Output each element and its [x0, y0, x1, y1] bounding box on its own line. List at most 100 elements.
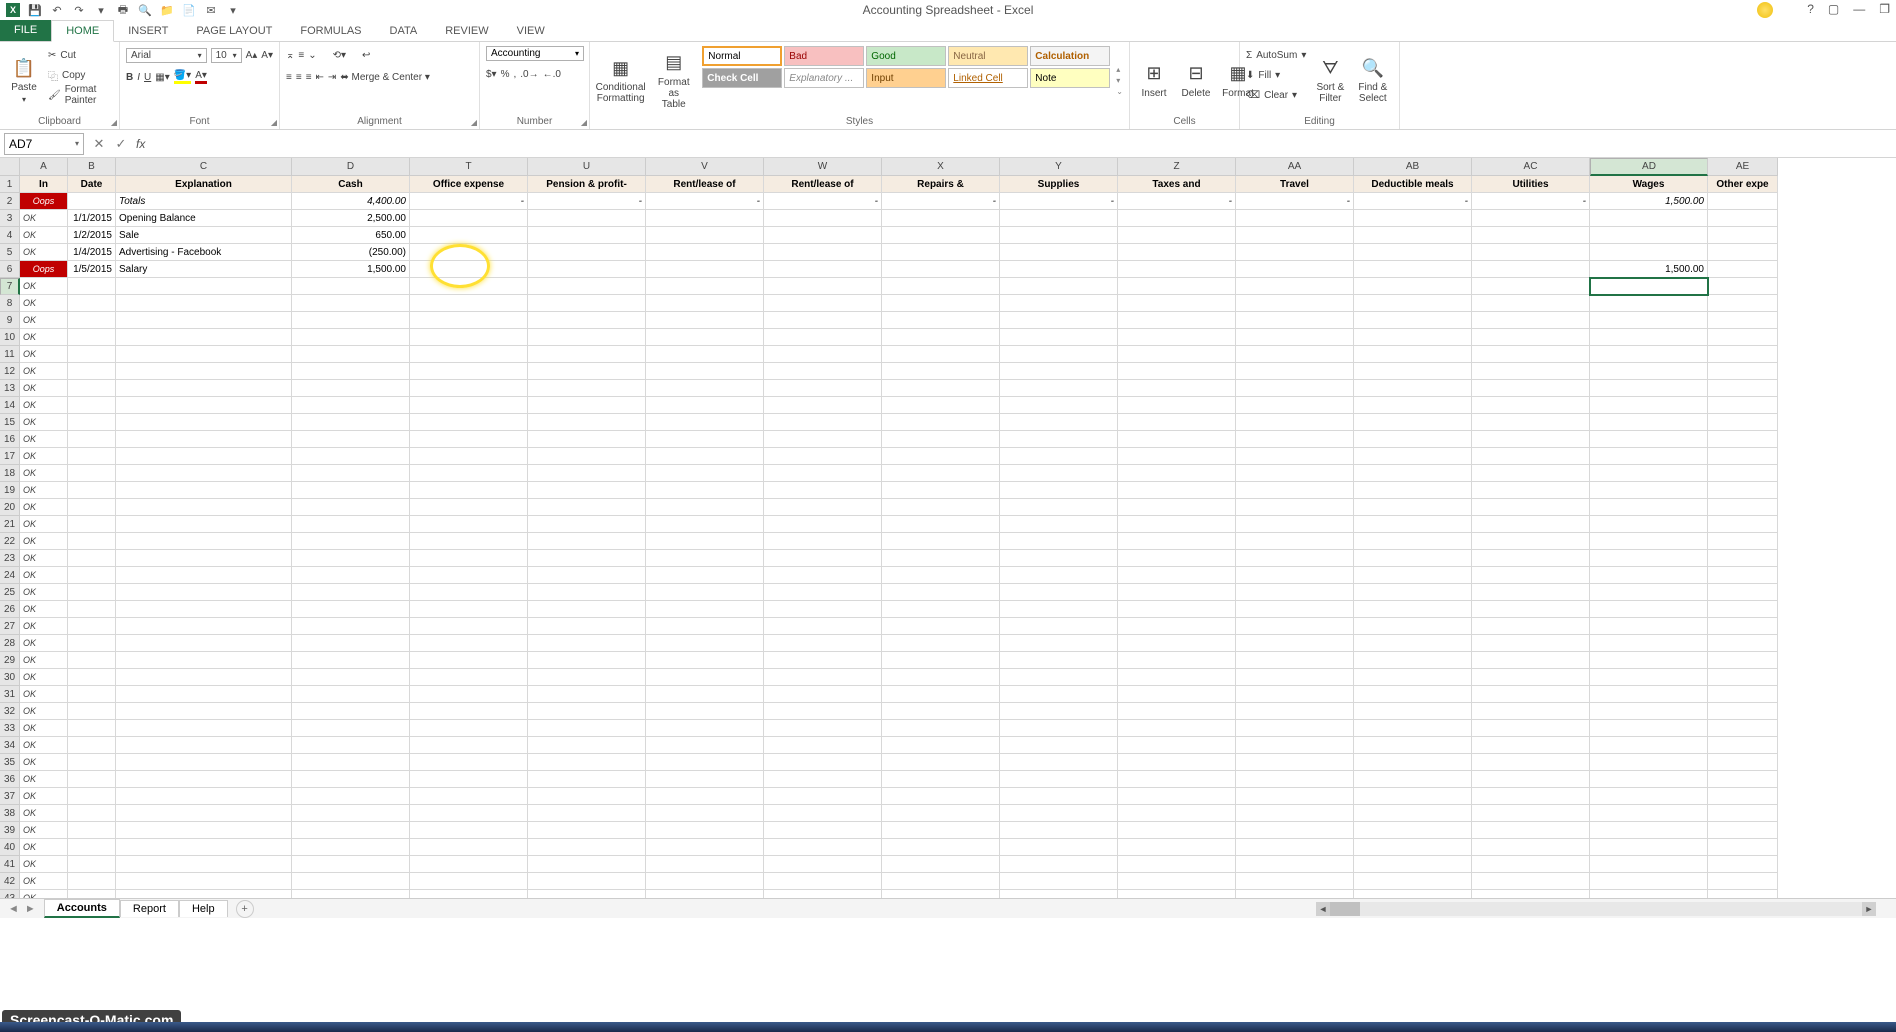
styles-more-icon[interactable]: ⌄: [1116, 87, 1123, 96]
cell-r23-Z[interactable]: [1118, 550, 1236, 567]
qat-icon[interactable]: ▾: [94, 3, 108, 17]
data-cell-r4-Y[interactable]: [1000, 227, 1118, 244]
data-cell-r4-T[interactable]: [410, 227, 528, 244]
data-cell-r5-AA[interactable]: [1236, 244, 1354, 261]
font-family-select[interactable]: Arial▾: [126, 48, 207, 63]
cell-r27-AE[interactable]: [1708, 618, 1778, 635]
cell-r42-B[interactable]: [68, 873, 116, 890]
cell-r41-C[interactable]: [116, 856, 292, 873]
cell-r36-D[interactable]: [292, 771, 410, 788]
cell-r33-A[interactable]: OK: [20, 720, 68, 737]
cell-r22-Y[interactable]: [1000, 533, 1118, 550]
cell-r41-W[interactable]: [764, 856, 882, 873]
cell-r40-AB[interactable]: [1354, 839, 1472, 856]
cell-r24-AC[interactable]: [1472, 567, 1590, 584]
data-cell-r5-Y[interactable]: [1000, 244, 1118, 261]
cell-r10-C[interactable]: [116, 329, 292, 346]
orientation-icon[interactable]: ⟲▾: [333, 50, 346, 61]
align-bottom-icon[interactable]: ⌄: [308, 50, 316, 61]
sheet-nav-last-icon[interactable]: ►: [25, 903, 36, 915]
cell-r16-AD[interactable]: [1590, 431, 1708, 448]
cell-r10-W[interactable]: [764, 329, 882, 346]
cell-r12-U[interactable]: [528, 363, 646, 380]
cell-r13-W[interactable]: [764, 380, 882, 397]
cell-r21-Y[interactable]: [1000, 516, 1118, 533]
cell-r29-C[interactable]: [116, 652, 292, 669]
data-cell-r4-AD[interactable]: [1590, 227, 1708, 244]
cell-r42-Z[interactable]: [1118, 873, 1236, 890]
cell-r37-D[interactable]: [292, 788, 410, 805]
cell-r34-W[interactable]: [764, 737, 882, 754]
cancel-icon[interactable]: ✕: [88, 136, 110, 152]
cell-r8-AA[interactable]: [1236, 295, 1354, 312]
cell-r31-C[interactable]: [116, 686, 292, 703]
row-header-36[interactable]: 36: [0, 771, 20, 788]
spreadsheet-grid[interactable]: ABCDTUVWXYZAAABACADAE 123456789101112131…: [0, 158, 1896, 918]
cell-r40-D[interactable]: [292, 839, 410, 856]
cell-r35-D[interactable]: [292, 754, 410, 771]
cell-r13-Y[interactable]: [1000, 380, 1118, 397]
cell-r42-AA[interactable]: [1236, 873, 1354, 890]
cell-r8-A[interactable]: OK: [20, 295, 68, 312]
cell-r39-A[interactable]: OK: [20, 822, 68, 839]
cell-r30-U[interactable]: [528, 669, 646, 686]
cell-r41-AA[interactable]: [1236, 856, 1354, 873]
cell-r38-AA[interactable]: [1236, 805, 1354, 822]
data-cell-r3-A[interactable]: OK: [20, 210, 68, 227]
cell-r30-Z[interactable]: [1118, 669, 1236, 686]
cell-r36-AA[interactable]: [1236, 771, 1354, 788]
cell-r25-B[interactable]: [68, 584, 116, 601]
cell-r27-A[interactable]: OK: [20, 618, 68, 635]
cell-r15-AC[interactable]: [1472, 414, 1590, 431]
cell-r12-AD[interactable]: [1590, 363, 1708, 380]
cell-r17-AC[interactable]: [1472, 448, 1590, 465]
cell-r41-AC[interactable]: [1472, 856, 1590, 873]
find-select-button[interactable]: 🔍Find & Select: [1354, 46, 1391, 114]
horizontal-scrollbar[interactable]: ◄ ►: [1316, 902, 1876, 916]
cell-r38-D[interactable]: [292, 805, 410, 822]
format-painter-button[interactable]: 🖌Format Painter: [48, 86, 113, 104]
style-explanatory[interactable]: Explanatory ...: [784, 68, 864, 88]
data-cell-r6-AB[interactable]: [1354, 261, 1472, 278]
cell-r17-AB[interactable]: [1354, 448, 1472, 465]
row-header-32[interactable]: 32: [0, 703, 20, 720]
cell-r11-V[interactable]: [646, 346, 764, 363]
cell-r29-D[interactable]: [292, 652, 410, 669]
cell-r22-U[interactable]: [528, 533, 646, 550]
row-header-29[interactable]: 29: [0, 652, 20, 669]
cell-r11-C[interactable]: [116, 346, 292, 363]
cell-r31-AD[interactable]: [1590, 686, 1708, 703]
cell-r35-AB[interactable]: [1354, 754, 1472, 771]
select-all-corner[interactable]: [0, 158, 20, 176]
data-cell-r5-A[interactable]: OK: [20, 244, 68, 261]
data-cell-r6-D[interactable]: 1,500.00: [292, 261, 410, 278]
cell-r41-U[interactable]: [528, 856, 646, 873]
cell-r31-X[interactable]: [882, 686, 1000, 703]
cell-r10-B[interactable]: [68, 329, 116, 346]
header-cell-T[interactable]: Office expense: [410, 176, 528, 193]
cell-r39-AB[interactable]: [1354, 822, 1472, 839]
minimize-icon[interactable]: —: [1853, 2, 1865, 18]
cell-r33-AA[interactable]: [1236, 720, 1354, 737]
data-cell-r5-W[interactable]: [764, 244, 882, 261]
cell-r28-Y[interactable]: [1000, 635, 1118, 652]
cell-r17-C[interactable]: [116, 448, 292, 465]
cell-r26-AC[interactable]: [1472, 601, 1590, 618]
cell-r9-AE[interactable]: [1708, 312, 1778, 329]
cell-r18-Y[interactable]: [1000, 465, 1118, 482]
row-header-3[interactable]: 3: [0, 210, 20, 227]
row-header-27[interactable]: 27: [0, 618, 20, 635]
cell-r30-B[interactable]: [68, 669, 116, 686]
italic-button[interactable]: I: [137, 72, 140, 83]
sheet-tab-help[interactable]: Help: [179, 900, 228, 917]
row-header-9[interactable]: 9: [0, 312, 20, 329]
data-cell-r4-AA[interactable]: [1236, 227, 1354, 244]
ribbon-display-icon[interactable]: ▢: [1828, 2, 1839, 18]
cell-r22-AE[interactable]: [1708, 533, 1778, 550]
cell-r26-X[interactable]: [882, 601, 1000, 618]
bold-button[interactable]: B: [126, 72, 133, 83]
cell-r11-U[interactable]: [528, 346, 646, 363]
cell-r33-X[interactable]: [882, 720, 1000, 737]
cell-r31-AB[interactable]: [1354, 686, 1472, 703]
cell-r35-W[interactable]: [764, 754, 882, 771]
